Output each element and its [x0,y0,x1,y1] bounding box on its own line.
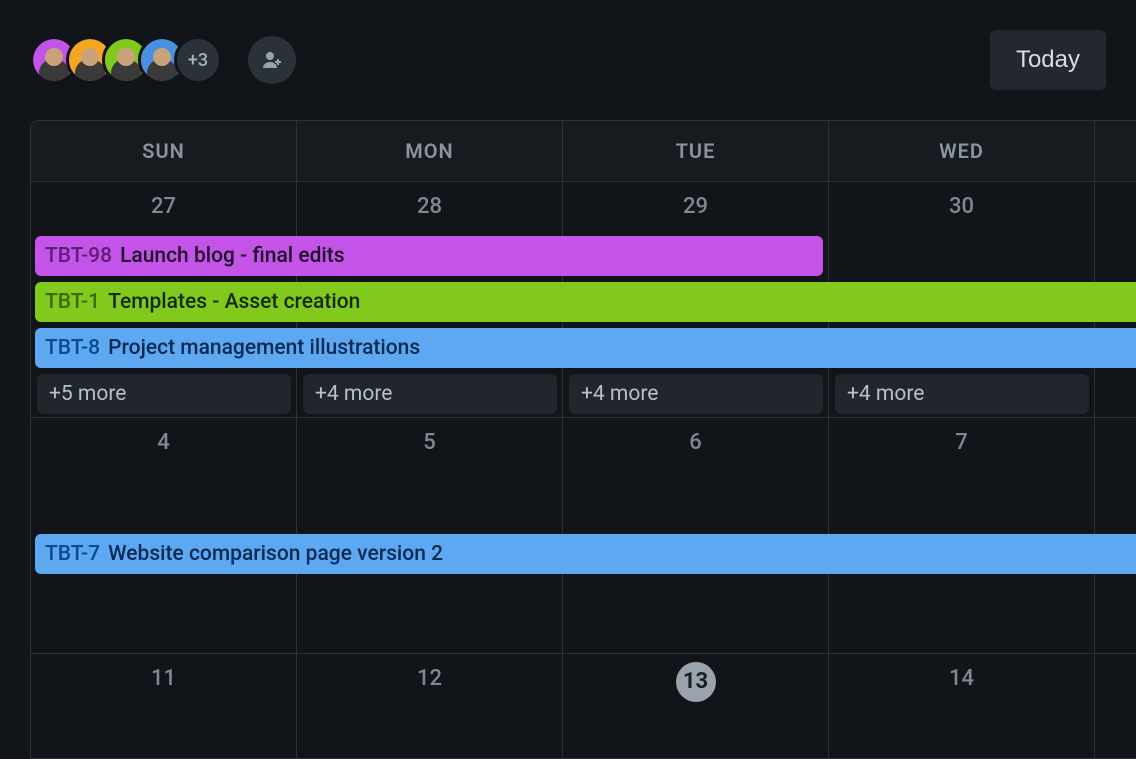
weekday-sun: SUN [31,121,297,181]
daynum: 6 [563,426,828,468]
avatar-more-label: +3 [188,50,208,71]
daynum: 12 [297,662,562,704]
add-user-button[interactable] [248,36,296,84]
weekday-header: SUN MON TUE WED [31,121,1136,181]
daynum: 5 [297,426,562,468]
today-label: Today [1016,46,1080,73]
avatar-group: +3 [30,36,296,84]
week-row: 27282930TBT-98Launch blog - final editsT… [31,181,1136,417]
event-key: TBT-1 [45,290,100,314]
event-key: TBT-7 [45,542,100,566]
daynum: 4 [31,426,296,468]
more-row: +5 more +4 more +4 more +4 more [31,374,1136,414]
day-cell[interactable]: 13 [563,654,829,759]
calendar: SUN MON TUE WED 27282930 TBT-98 Launch blo… [30,120,1136,759]
calendar-event[interactable]: TBT-8 Project management illustrations [35,328,1136,368]
daynum: 27 [31,190,296,232]
weekday-overflow [1095,121,1136,181]
weekday-tue: TUE [563,121,829,181]
day-cell[interactable]: 11 [31,654,297,759]
daynum: 30 [829,190,1094,232]
day-cell[interactable]: 14 [829,654,1095,759]
calendar-event[interactable]: TBT-98 Launch blog - final edits [35,236,823,276]
add-user-icon [260,48,284,72]
more-pill[interactable]: +4 more [835,374,1089,414]
event-title: Website comparison page version 2 [108,542,443,566]
event-key: TBT-8 [45,336,100,360]
calendar-event[interactable]: TBT-7 Website comparison page version 2 [35,534,1136,574]
event-title: Launch blog - final edits [120,244,345,268]
weekday-wed: WED [829,121,1095,181]
event-title: Templates - Asset creation [108,290,360,314]
today-daynum: 13 [563,662,828,704]
avatar-more[interactable]: +3 [174,36,222,84]
daynum: 28 [297,190,562,232]
daynum: 29 [563,190,828,232]
day-cell[interactable] [1095,654,1136,759]
week-row: 4567 TBT-7 Website comparison page version… [31,417,1136,653]
topbar: +3 Today [0,0,1136,120]
today-button[interactable]: Today [990,30,1106,90]
daynum: 14 [829,662,1094,704]
more-pill[interactable]: +5 more [37,374,291,414]
more-pill[interactable]: +4 more [303,374,557,414]
more-pill[interactable]: +4 more [569,374,823,414]
daynum: 11 [31,662,296,704]
calendar-event[interactable]: TBT-1 Templates - Asset creation [35,282,1136,322]
daynum: 7 [829,426,1094,468]
event-title: Project management illustrations [108,336,420,360]
day-cell[interactable]: 12 [297,654,563,759]
event-key: TBT-98 [45,244,112,268]
weekday-mon: MON [297,121,563,181]
week-row: 11121314 [31,653,1136,759]
